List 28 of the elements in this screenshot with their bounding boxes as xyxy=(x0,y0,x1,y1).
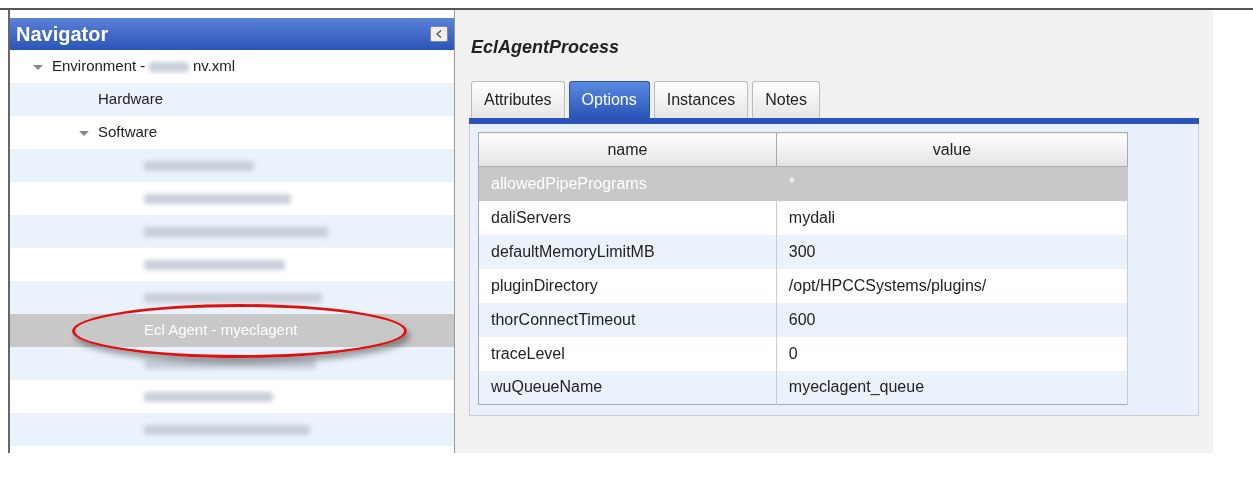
panel-title: EclAgentProcess xyxy=(471,36,621,59)
column-header[interactable]: value xyxy=(776,132,1128,167)
table-cell: myeclagent_queue xyxy=(776,370,1128,405)
panel-title: Navigator xyxy=(16,22,109,47)
tab[interactable]: Instances xyxy=(653,81,749,118)
table-cell: 600 xyxy=(776,302,1128,337)
tree-label: Hardware xyxy=(98,89,164,110)
table-cell: mydali xyxy=(776,200,1128,235)
tree-item[interactable]: Hardware xyxy=(10,83,454,116)
table-cell: /opt/HPCCSystems/plugins/ xyxy=(776,268,1128,303)
tree-label: nv.xml xyxy=(192,56,236,77)
tree-item[interactable]: Environment - nv.xml xyxy=(10,50,454,83)
table-cell: 300 xyxy=(776,234,1128,269)
table-cell: daliServers xyxy=(478,200,777,235)
table-cell: * xyxy=(776,166,1128,201)
table-cell: 0 xyxy=(776,336,1128,371)
table-cell: traceLevel xyxy=(478,336,777,371)
tree-label: Environment - xyxy=(52,56,146,77)
tab[interactable]: Attributes xyxy=(471,81,565,118)
tab[interactable]: Notes xyxy=(752,81,820,118)
table-cell: pluginDirectory xyxy=(478,268,777,303)
table-cell: wuQueueName xyxy=(478,370,777,405)
column-header[interactable]: name xyxy=(478,132,777,167)
tree-item[interactable]: Software xyxy=(10,116,454,149)
tab[interactable]: Options xyxy=(568,81,650,118)
table-cell: defaultMemoryLimitMB xyxy=(478,234,777,269)
table-cell: thorConnectTimeout xyxy=(478,302,777,337)
tree-label: Software xyxy=(98,122,158,143)
